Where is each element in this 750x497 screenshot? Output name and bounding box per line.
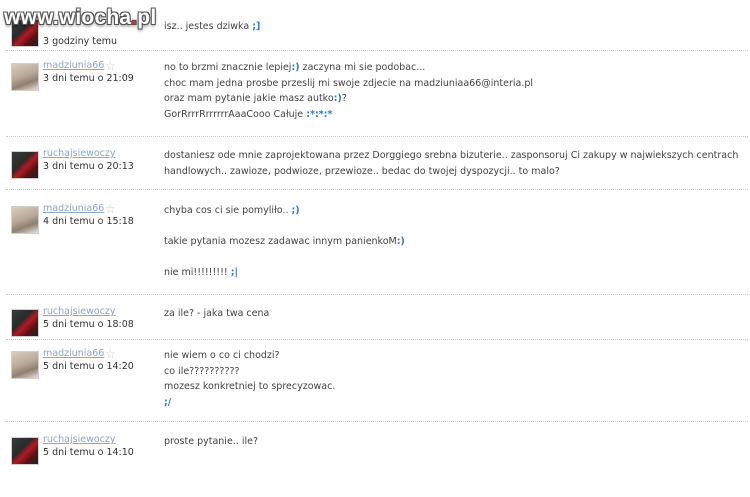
message-line: choc mam jedna prosbe przeslij mi swoje … [164,77,534,89]
message-body: za ile? - jaka twa cena [164,306,744,322]
message-row: ruchajsiewoczy 5 dni temu o 14:10 proste… [6,434,748,473]
message-row: ruchajsiewoczy 5 dni temu o 18:08 za ile… [6,306,748,340]
message-body: isz.. jestes dziwka ;] [164,19,744,35]
avatar[interactable] [11,206,39,234]
avatar[interactable] [11,351,39,379]
message-line: oraz mam pytanie jakie masz autko:)? [164,93,347,104]
message-line: nie mi!!!!!!!!! ;| [164,267,238,278]
avatar[interactable] [11,151,39,179]
username-link[interactable]: madziunia66 [43,203,104,214]
star-icon[interactable]: ☆ [105,202,116,216]
message-time: 3 dni temu o 21:09 [43,73,134,84]
avatar[interactable] [11,437,39,465]
emoticon: ;/ [164,396,172,408]
emoticon: ;] [252,21,261,32]
emoticon: :*:*:* [306,108,333,120]
message-time: 4 dni temu o 15:18 [43,216,134,227]
message-body: no to brzmi znacznie lepiej:) zaczyna mi… [164,60,744,122]
message-line: GorRrrrRrrrrrrAaaCooo Całuje :*:*:* [164,108,333,120]
message-row: madziunia66 ☆ 4 dni temu o 15:18 chyba c… [6,202,748,295]
message-time: 5 dni temu o 14:10 [43,447,134,458]
message-line: takie pytania mozesz zadawac innym panie… [164,236,405,247]
site-watermark: www.wiocha.pl [4,6,157,29]
emoticon: :) [291,62,300,73]
username-link[interactable]: ruchajsiewoczy [43,434,115,445]
star-icon[interactable]: ☆ [105,59,116,73]
message-time: 5 dni temu o 18:08 [43,319,134,330]
message-time: 3 godziny temu [43,36,118,47]
avatar[interactable] [11,309,39,337]
emoticon: :) [333,93,342,104]
message-line: chyba cos ci sie pomyliło.. ;) [164,205,300,216]
username-link[interactable]: madziunia66 [43,348,104,359]
avatar[interactable] [11,63,39,91]
message-line: co ile?????????? [164,365,240,377]
emoticon: ;) [291,205,300,216]
message-line [164,219,744,235]
message-row: madziunia66 ☆ 5 dni temu o 14:20 nie wie… [6,347,748,422]
message-time: 3 dni temu o 20:13 [43,161,134,172]
username-link[interactable]: ruchajsiewoczy [43,306,115,317]
star-icon[interactable]: ☆ [105,347,116,361]
message-row: ruchajsiewoczy 3 dni temu o 20:13 dostan… [6,148,748,190]
emoticon: ;| [230,267,238,278]
message-line: proste pytanie.. ile? [164,436,259,447]
message-body: chyba cos ci sie pomyliło.. ;) takie pyt… [164,203,744,281]
message-line: za ile? - jaka twa cena [164,308,270,319]
message-row: madziunia66 ☆ 3 dni temu o 21:09 no to b… [6,59,748,137]
message-body: dostaniesz ode mnie zaprojektowana przez… [164,148,744,179]
message-line: ;/ [164,395,744,411]
message-line: no to brzmi znacznie lepiej:) zaczyna mi… [164,62,426,73]
message-line [164,250,744,266]
message-line: isz.. jestes dziwka ;] [164,21,261,32]
username-link[interactable]: madziunia66 [43,60,104,71]
message-time: 5 dni temu o 14:20 [43,361,134,372]
message-line: nie wiem o co ci chodzi? [164,350,280,361]
username-link[interactable]: ruchajsiewoczy [43,148,115,159]
message-body: proste pytanie.. ile? [164,434,744,450]
message-line: dostaniesz ode mnie zaprojektowana przez… [164,150,739,177]
message-line: mozesz konkretniej to sprecyzowac. [164,381,336,392]
message-body: nie wiem o co ci chodzi? co ile?????????… [164,348,744,410]
emoticon: :) [396,236,405,247]
